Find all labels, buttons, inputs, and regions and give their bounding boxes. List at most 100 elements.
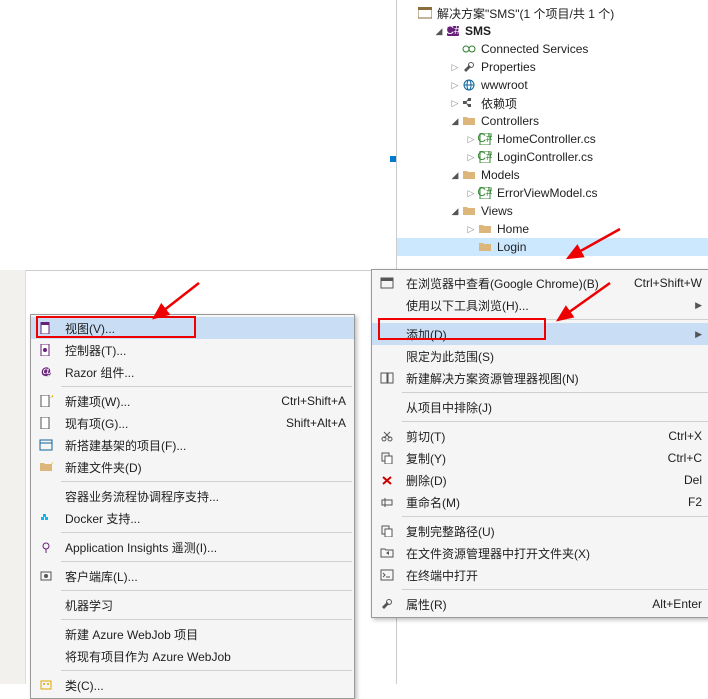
- menu-copy[interactable]: 复制(Y) Ctrl+C: [372, 447, 708, 469]
- logincontroller-label: LoginController.cs: [497, 150, 593, 164]
- expand-arrow[interactable]: ◢: [433, 26, 445, 37]
- svg-text:✶: ✶: [49, 395, 53, 403]
- menu-scaffold[interactable]: 新搭建基架的项目(F)...: [31, 434, 354, 456]
- home-folder[interactable]: ▷ Home: [397, 220, 708, 238]
- views-label: Views: [481, 204, 513, 218]
- collapse-arrow[interactable]: ▷: [465, 134, 477, 145]
- svg-text:C#: C#: [446, 25, 460, 37]
- menu-properties[interactable]: 属性(R) Alt+Enter: [372, 593, 708, 615]
- menu-cut[interactable]: 剪切(T) Ctrl+X: [372, 425, 708, 447]
- menu-existing-item[interactable]: 现有项(G)... Shift+Alt+A: [31, 412, 354, 434]
- collapse-arrow[interactable]: ▷: [449, 80, 461, 91]
- svg-text:@: @: [40, 366, 52, 378]
- context-menu-right: 在浏览器中查看(Google Chrome)(B) Ctrl+Shift+W 使…: [371, 269, 708, 618]
- menu-open-explorer[interactable]: 在文件资源管理器中打开文件夹(X): [372, 542, 708, 564]
- menu-machine-learning[interactable]: 机器学习: [31, 594, 354, 616]
- menu-controller[interactable]: 控制器(T)...: [31, 339, 354, 361]
- errorviewmodel-file[interactable]: ▷ C# ErrorViewModel.cs: [397, 184, 708, 202]
- rename-icon: [376, 494, 398, 510]
- svg-text:C#: C#: [478, 151, 492, 163]
- new-item-icon: ✶: [35, 393, 57, 409]
- connected-services-icon: [461, 42, 477, 56]
- menu-add[interactable]: 添加(D) ▶: [372, 323, 708, 345]
- menu-class[interactable]: 类(C)...: [31, 674, 354, 696]
- expand-arrow[interactable]: ◢: [449, 170, 461, 181]
- menu-browse-tool[interactable]: 使用以下工具浏览(H)... ▶: [372, 294, 708, 316]
- menu-copy-full-path[interactable]: 复制完整路径(U): [372, 520, 708, 542]
- project-node[interactable]: ◢ C# SMS: [397, 22, 708, 40]
- homecontroller-file[interactable]: ▷ C# HomeController.cs: [397, 130, 708, 148]
- globe-icon: [461, 78, 477, 92]
- menu-container[interactable]: 容器业务流程协调程序支持...: [31, 485, 354, 507]
- menu-separator: [402, 589, 708, 590]
- connected-services-node[interactable]: Connected Services: [397, 40, 708, 58]
- models-label: Models: [481, 168, 520, 182]
- menu-new-folder[interactable]: ✶ 新建文件夹(D): [31, 456, 354, 478]
- dependencies-node[interactable]: ▷ 依赖项: [397, 94, 708, 112]
- menu-delete[interactable]: 删除(D) Del: [372, 469, 708, 491]
- collapse-arrow[interactable]: ▷: [465, 188, 477, 199]
- folder-icon: [477, 240, 493, 254]
- collapse-arrow[interactable]: ▷: [465, 224, 477, 235]
- razor-icon: @: [35, 364, 57, 380]
- client-lib-icon: [35, 568, 57, 584]
- csharp-file-icon: C#: [477, 150, 493, 164]
- wwwroot-label: wwwroot: [481, 78, 528, 92]
- menu-separator: [61, 619, 352, 620]
- project-label: SMS: [465, 24, 491, 38]
- errorviewmodel-label: ErrorViewModel.cs: [497, 186, 597, 200]
- wrench-icon: [461, 60, 477, 74]
- view-page-icon: [35, 320, 57, 336]
- menu-docker[interactable]: Docker 支持...: [31, 507, 354, 529]
- submenu-arrow-icon: ▶: [683, 300, 702, 311]
- login-folder[interactable]: Login: [397, 238, 708, 256]
- menu-separator: [61, 386, 352, 387]
- solution-node[interactable]: 解决方案"SMS"(1 个项目/共 1 个): [397, 4, 708, 22]
- expand-arrow[interactable]: ◢: [449, 206, 461, 217]
- logincontroller-file[interactable]: ▷ C# LoginController.cs: [397, 148, 708, 166]
- menu-client-lib[interactable]: 客户端库(L)...: [31, 565, 354, 587]
- solution-label: 解决方案"SMS"(1 个项目/共 1 个): [437, 5, 614, 22]
- csharp-project-icon: C#: [445, 24, 461, 38]
- delete-icon: [376, 472, 398, 488]
- menu-scope[interactable]: 限定为此范围(S): [372, 345, 708, 367]
- login-folder-label: Login: [497, 240, 526, 254]
- docker-icon: [35, 510, 57, 526]
- models-folder[interactable]: ◢ Models: [397, 166, 708, 184]
- menu-rename[interactable]: 重命名(M) F2: [372, 491, 708, 513]
- menu-existing-webjob[interactable]: 将现有项目作为 Azure WebJob: [31, 645, 354, 667]
- svg-text:C#: C#: [478, 133, 492, 145]
- solution-icon: [417, 6, 433, 20]
- class-icon: [35, 677, 57, 693]
- menu-separator: [61, 590, 352, 591]
- folder-icon: [461, 168, 477, 182]
- collapse-arrow[interactable]: ▷: [449, 62, 461, 73]
- wwwroot-node[interactable]: ▷ wwwroot: [397, 76, 708, 94]
- menu-new-item[interactable]: ✶ 新建项(W)... Ctrl+Shift+A: [31, 390, 354, 412]
- menu-exclude[interactable]: 从项目中排除(J): [372, 396, 708, 418]
- menu-new-solution-view[interactable]: 新建解决方案资源管理器视图(N): [372, 367, 708, 389]
- svg-text:✶: ✶: [50, 461, 53, 469]
- controller-icon: [35, 342, 57, 358]
- svg-text:C#: C#: [478, 187, 492, 199]
- menu-separator: [61, 481, 352, 482]
- collapse-arrow[interactable]: ▷: [449, 98, 461, 109]
- menu-new-webjob[interactable]: 新建 Azure WebJob 项目: [31, 623, 354, 645]
- properties-node[interactable]: ▷ Properties: [397, 58, 708, 76]
- folder-icon: [477, 222, 493, 236]
- views-folder[interactable]: ◢ Views: [397, 202, 708, 220]
- controllers-label: Controllers: [481, 114, 539, 128]
- menu-app-insights[interactable]: Application Insights 遥测(I)...: [31, 536, 354, 558]
- wrench-icon: [376, 596, 398, 612]
- menu-browse-chrome[interactable]: 在浏览器中查看(Google Chrome)(B) Ctrl+Shift+W: [372, 272, 708, 294]
- menu-view[interactable]: 视图(V)...: [31, 317, 354, 339]
- insights-icon: [35, 539, 57, 555]
- menu-open-terminal[interactable]: 在终端中打开: [372, 564, 708, 586]
- folder-icon: [461, 114, 477, 128]
- collapse-arrow[interactable]: ▷: [465, 152, 477, 163]
- scissors-icon: [376, 428, 398, 444]
- menu-razor[interactable]: @ Razor 组件...: [31, 361, 354, 383]
- controllers-folder[interactable]: ◢ Controllers: [397, 112, 708, 130]
- expand-arrow[interactable]: ◢: [449, 116, 461, 127]
- menu-separator: [61, 670, 352, 671]
